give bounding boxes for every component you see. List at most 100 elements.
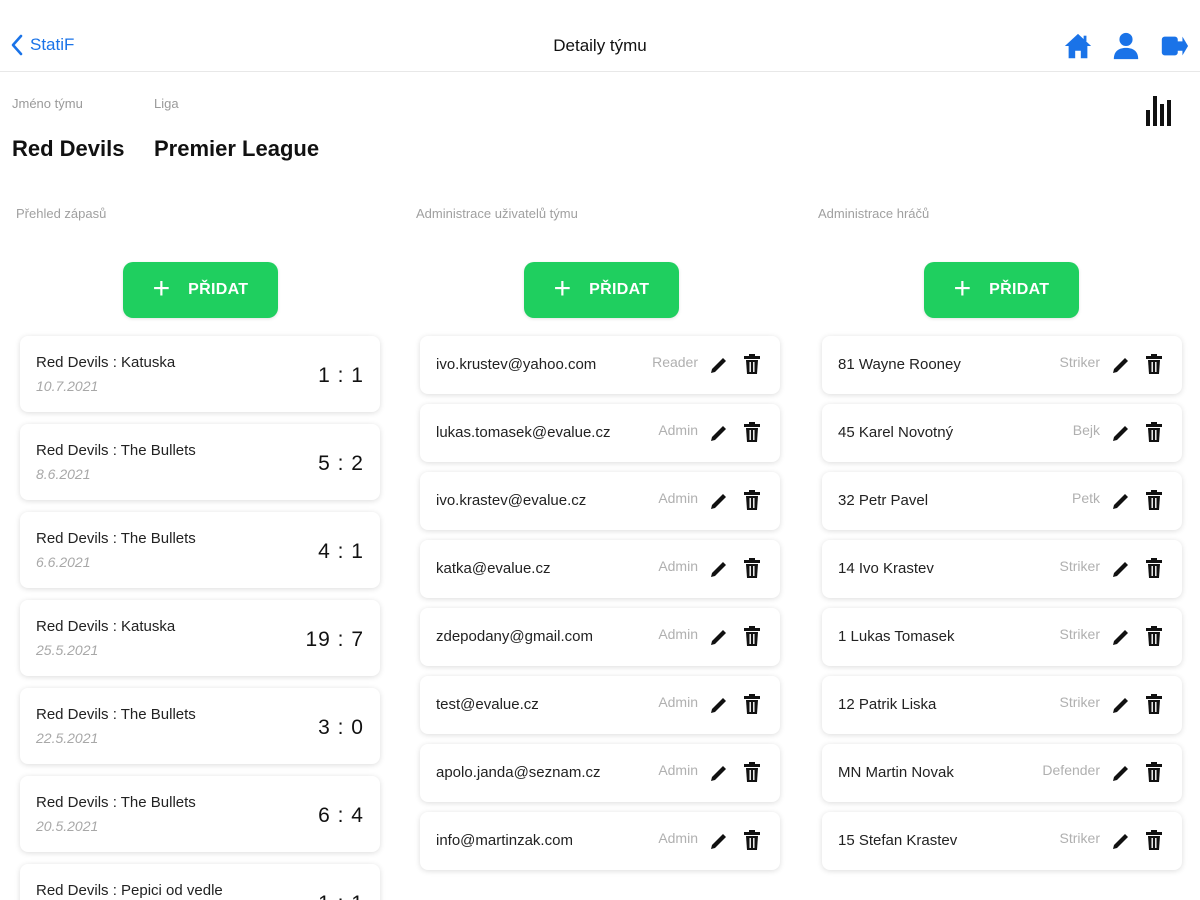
add-match-button[interactable]: + PŘIDAT: [123, 262, 278, 318]
bar-chart-icon[interactable]: [1144, 94, 1176, 128]
match-score: 1 : 1: [318, 892, 364, 900]
trash-icon[interactable]: [742, 829, 762, 851]
user-row-role: Admin: [658, 830, 698, 846]
trash-icon[interactable]: [1144, 829, 1164, 851]
trash-icon[interactable]: [742, 625, 762, 647]
pencil-icon[interactable]: [708, 490, 730, 512]
match-card[interactable]: Red Devils : The Bullets 22.5.2021 3 : 0: [20, 688, 380, 764]
user-row[interactable]: ivo.krustev@yahoo.com Reader: [420, 336, 780, 394]
trash-icon[interactable]: [742, 489, 762, 511]
trash-icon[interactable]: [742, 557, 762, 579]
match-score: 4 : 1: [318, 540, 364, 563]
team-name: Red Devils: [12, 136, 125, 161]
pencil-icon[interactable]: [1110, 626, 1132, 648]
pencil-icon[interactable]: [1110, 830, 1132, 852]
user-row[interactable]: info@martinzak.com Admin: [420, 812, 780, 870]
match-card[interactable]: Red Devils : The Bullets 20.5.2021 6 : 4: [20, 776, 380, 852]
players-title: Administrace hráčů: [818, 206, 930, 221]
match-card[interactable]: Red Devils : The Bullets 8.6.2021 5 : 2: [20, 424, 380, 500]
user-row[interactable]: zdepodany@gmail.com Admin: [420, 608, 780, 666]
add-user-button[interactable]: + PŘIDAT: [524, 262, 679, 318]
match-date: 10.7.2021: [36, 378, 99, 394]
player-row-role: Petk: [1071, 490, 1100, 506]
player-row[interactable]: 32 Petr Pavel Petk: [822, 472, 1182, 530]
player-row[interactable]: 1 Lukas Tomasek Striker: [822, 608, 1182, 666]
player-row-text: 32 Petr Pavel: [838, 492, 929, 509]
user-icon: [1113, 32, 1139, 60]
trash-icon[interactable]: [1144, 489, 1164, 511]
player-row-text: 15 Stefan Krastev: [838, 832, 958, 849]
plus-icon: +: [152, 271, 171, 305]
user-row-text: zdepodany@gmail.com: [436, 628, 593, 645]
add-player-label: PŘIDAT: [989, 281, 1050, 298]
trash-icon[interactable]: [742, 353, 762, 375]
users-title: Administrace uživatelů týmu: [416, 206, 578, 221]
pencil-icon[interactable]: [708, 422, 730, 444]
match-date: 6.6.2021: [36, 554, 91, 570]
trash-icon[interactable]: [742, 693, 762, 715]
match-date: 22.5.2021: [36, 730, 99, 746]
player-row[interactable]: 14 Ivo Krastev Striker: [822, 540, 1182, 598]
trash-icon[interactable]: [1144, 625, 1164, 647]
user-row-role: Reader: [652, 354, 698, 370]
players-column: Administrace hráčů + PŘIDAT 81 Wayne Roo…: [818, 206, 1200, 870]
team-name-label: Jméno týmu: [12, 96, 83, 111]
user-row[interactable]: lukas.tomasek@evalue.cz Admin: [420, 404, 780, 462]
trash-icon[interactable]: [742, 761, 762, 783]
user-row-text: info@martinzak.com: [436, 832, 573, 849]
logout-button[interactable]: [1158, 30, 1190, 62]
pencil-icon[interactable]: [1110, 558, 1132, 580]
match-card[interactable]: Red Devils : Katuska 25.5.2021 19 : 7: [20, 600, 380, 676]
player-row-text: 14 Ivo Krastev: [838, 560, 934, 577]
add-player-button[interactable]: + PŘIDAT: [924, 262, 1079, 318]
trash-icon[interactable]: [1144, 557, 1164, 579]
pencil-icon[interactable]: [1110, 354, 1132, 376]
match-teams: Red Devils : Katuska: [36, 354, 176, 371]
profile-button[interactable]: [1110, 30, 1142, 62]
match-date: 8.6.2021: [36, 466, 91, 482]
player-row-role: Striker: [1059, 354, 1100, 370]
trash-icon[interactable]: [1144, 693, 1164, 715]
player-row[interactable]: 15 Stefan Krastev Striker: [822, 812, 1182, 870]
user-row[interactable]: apolo.janda@seznam.cz Admin: [420, 744, 780, 802]
home-button[interactable]: [1062, 30, 1094, 62]
trash-icon[interactable]: [1144, 353, 1164, 375]
logout-icon: [1161, 36, 1189, 56]
pencil-icon[interactable]: [708, 694, 730, 716]
user-row-role: Admin: [658, 762, 698, 778]
player-row-role: Striker: [1059, 626, 1100, 642]
match-card[interactable]: Red Devils : The Bullets 6.6.2021 4 : 1: [20, 512, 380, 588]
pencil-icon[interactable]: [1110, 762, 1132, 784]
user-row-text: ivo.krastev@evalue.cz: [436, 492, 587, 509]
plus-icon: +: [553, 271, 572, 305]
player-row[interactable]: 45 Karel Novotný Bejk: [822, 404, 1182, 462]
user-row-role: Admin: [658, 694, 698, 710]
league-name: Premier League: [154, 136, 320, 161]
user-row[interactable]: katka@evalue.cz Admin: [420, 540, 780, 598]
user-row[interactable]: test@evalue.cz Admin: [420, 676, 780, 734]
user-row-text: ivo.krustev@yahoo.com: [436, 356, 597, 373]
league-label: Liga: [154, 96, 179, 111]
pencil-icon[interactable]: [708, 762, 730, 784]
user-row-text: lukas.tomasek@evalue.cz: [436, 424, 611, 441]
player-row[interactable]: 12 Patrik Liska Striker: [822, 676, 1182, 734]
match-card[interactable]: Red Devils : Katuska 10.7.2021 1 : 1: [20, 336, 380, 412]
match-card[interactable]: Red Devils : Pepici od vedle 1 : 1: [20, 864, 380, 900]
pencil-icon[interactable]: [1110, 694, 1132, 716]
player-row[interactable]: MN Martin Novak Defender: [822, 744, 1182, 802]
trash-icon[interactable]: [742, 421, 762, 443]
user-row[interactable]: ivo.krastev@evalue.cz Admin: [420, 472, 780, 530]
trash-icon[interactable]: [1144, 421, 1164, 443]
match-score: 1 : 1: [318, 364, 364, 387]
pencil-icon[interactable]: [708, 558, 730, 580]
match-score: 3 : 0: [318, 716, 364, 739]
pencil-icon[interactable]: [708, 354, 730, 376]
trash-icon[interactable]: [1144, 761, 1164, 783]
player-row[interactable]: 81 Wayne Rooney Striker: [822, 336, 1182, 394]
pencil-icon[interactable]: [1110, 490, 1132, 512]
plus-icon: +: [953, 271, 972, 305]
pencil-icon[interactable]: [708, 830, 730, 852]
pencil-icon[interactable]: [1110, 422, 1132, 444]
match-score: 6 : 4: [318, 804, 364, 827]
pencil-icon[interactable]: [708, 626, 730, 648]
